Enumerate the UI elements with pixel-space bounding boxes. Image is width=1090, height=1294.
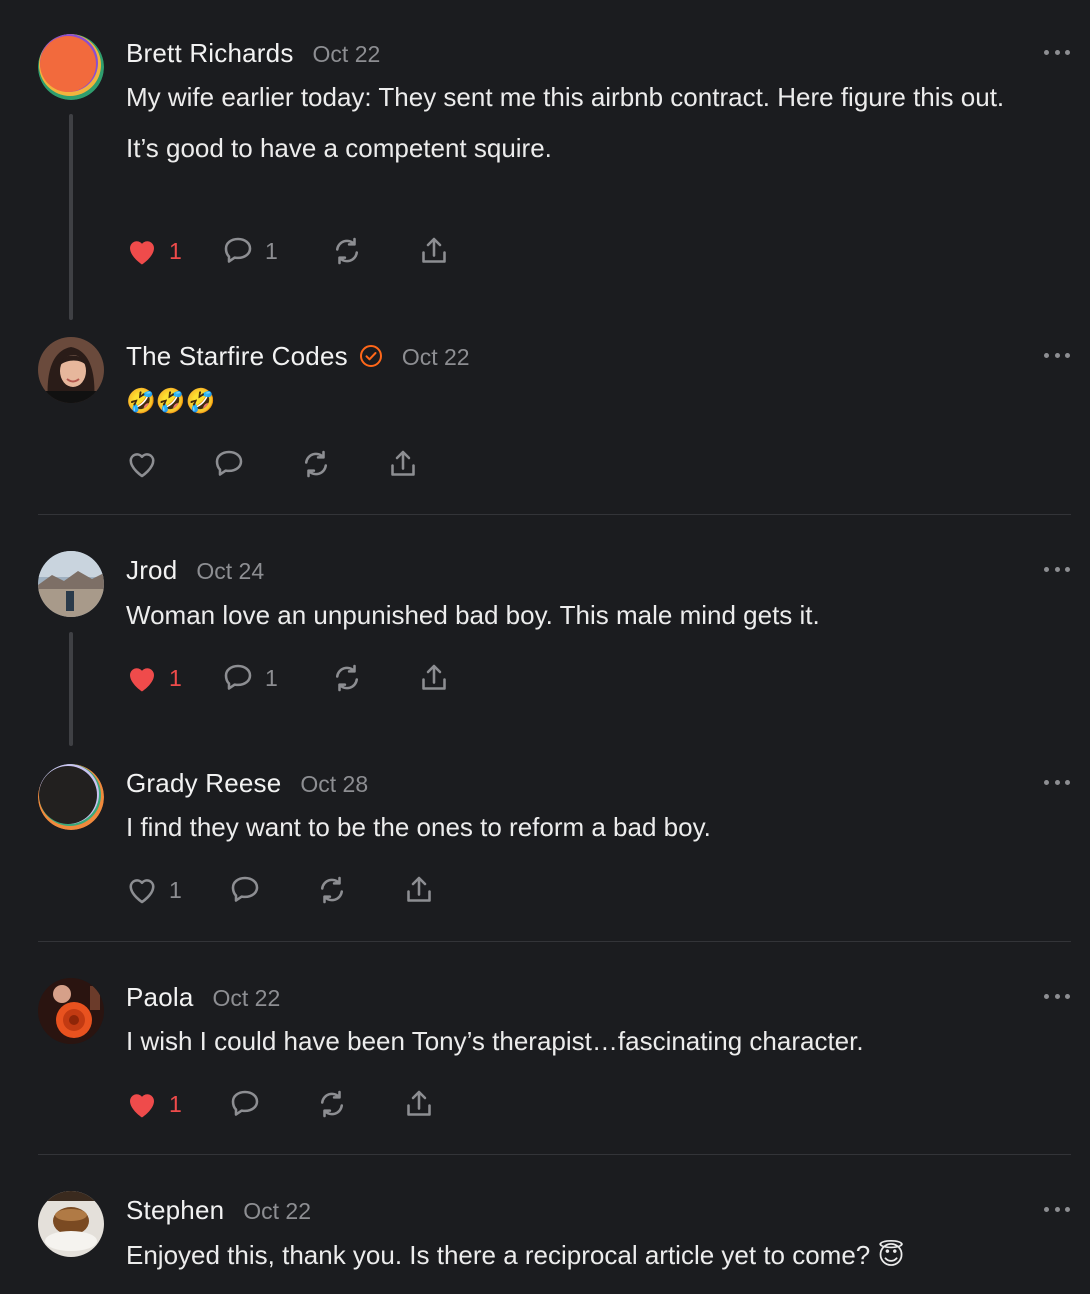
heart-icon <box>130 1094 154 1118</box>
reply-count: 1 <box>265 664 278 691</box>
comment-text: I find they want to be the ones to refor… <box>126 812 711 842</box>
divider <box>38 1154 1071 1155</box>
restack-button[interactable] <box>329 231 365 271</box>
comment-text: I wish I could have been Tony’s therapis… <box>126 1026 864 1056</box>
comment-body: Woman love an unpunished bad boy. This m… <box>126 596 1046 647</box>
restack-button[interactable] <box>298 444 334 484</box>
share-icon <box>407 876 431 902</box>
like-button[interactable]: 1 <box>124 231 182 271</box>
restack-icon <box>335 237 359 265</box>
comment-date[interactable]: Oct 22 <box>213 985 281 1012</box>
share-icon <box>422 237 446 263</box>
comment-body: My wife earlier today: They sent me this… <box>126 78 1046 180</box>
restack-icon <box>320 1090 344 1118</box>
restack-icon <box>320 876 344 904</box>
share-button[interactable] <box>401 1084 437 1124</box>
author-name[interactable]: The Starfire Codes <box>126 341 348 372</box>
like-count: 1 <box>169 237 182 264</box>
share-icon <box>407 1090 431 1116</box>
verified-badge-icon <box>359 344 383 368</box>
author-name[interactable]: Jrod <box>126 555 177 586</box>
more-icon[interactable] <box>1044 565 1070 573</box>
more-icon[interactable] <box>1044 351 1070 359</box>
more-icon[interactable] <box>1044 48 1070 56</box>
like-button[interactable] <box>124 444 160 484</box>
share-icon <box>391 450 415 476</box>
heart-icon <box>130 241 154 265</box>
like-count: 1 <box>169 876 182 903</box>
like-button[interactable]: 1 <box>124 870 182 910</box>
restack-icon <box>335 664 359 692</box>
restack-button[interactable] <box>314 870 350 910</box>
reply-count: 1 <box>265 237 278 264</box>
divider <box>38 514 1071 515</box>
more-icon[interactable] <box>1044 992 1070 1000</box>
comment-icon <box>231 876 259 902</box>
comment-text: My wife earlier today: They sent me this… <box>126 82 1005 112</box>
more-icon[interactable] <box>1044 778 1070 786</box>
avatar[interactable] <box>38 1191 104 1257</box>
thread-line <box>69 114 73 320</box>
comment-body: Enjoyed this, thank you. Is there a reci… <box>126 1236 1046 1287</box>
divider <box>38 941 1071 942</box>
reply-button[interactable] <box>211 444 247 484</box>
heart-icon <box>130 668 154 692</box>
like-button[interactable]: 1 <box>124 1084 182 1124</box>
share-button[interactable] <box>401 870 437 910</box>
comment-date[interactable]: Oct 22 <box>313 41 381 68</box>
share-button[interactable] <box>416 231 452 271</box>
restack-button[interactable] <box>329 658 365 698</box>
like-button[interactable]: 1 <box>124 658 182 698</box>
heart-icon <box>129 453 155 478</box>
comment-body: 🤣🤣🤣 <box>126 382 1046 433</box>
comment-icon <box>224 237 252 263</box>
like-count: 1 <box>169 1090 182 1117</box>
comment-text: 🤣🤣🤣 <box>126 387 216 415</box>
reply-button[interactable]: 1 <box>220 231 278 271</box>
comment-text: Woman love an unpunished bad boy. This m… <box>126 600 820 630</box>
author-name[interactable]: Stephen <box>126 1195 224 1226</box>
restack-icon <box>304 450 328 478</box>
comment-date[interactable]: Oct 28 <box>300 771 368 798</box>
comments-feed: Brett Richards Oct 22 My wife earlier to… <box>0 0 1090 1294</box>
comment-icon <box>231 1090 259 1116</box>
share-icon <box>422 664 446 690</box>
comment-icon <box>224 664 252 690</box>
avatar[interactable] <box>38 337 104 403</box>
comment-text: It’s good to have a competent squire. <box>126 133 552 163</box>
reply-button[interactable] <box>227 1084 263 1124</box>
restack-button[interactable] <box>314 1084 350 1124</box>
avatar[interactable] <box>38 551 104 617</box>
author-name[interactable]: Paola <box>126 982 194 1013</box>
avatar[interactable] <box>38 764 104 830</box>
comment-body: I wish I could have been Tony’s therapis… <box>126 1022 1046 1073</box>
author-name[interactable]: Grady Reese <box>126 768 281 799</box>
avatar[interactable] <box>38 978 104 1044</box>
comment-body: I find they want to be the ones to refor… <box>126 808 1046 859</box>
reply-button[interactable]: 1 <box>220 658 278 698</box>
more-icon[interactable] <box>1044 1205 1070 1213</box>
like-count: 1 <box>169 664 182 691</box>
comment-date[interactable]: Oct 22 <box>243 1198 311 1225</box>
author-name[interactable]: Brett Richards <box>126 38 294 69</box>
comment-date[interactable]: Oct 24 <box>196 558 264 585</box>
share-button[interactable] <box>416 658 452 698</box>
comment-text: Enjoyed this, thank you. Is there a reci… <box>126 1240 905 1270</box>
avatar[interactable] <box>38 34 104 100</box>
comment-icon <box>215 450 243 476</box>
thread-line <box>69 632 73 746</box>
heart-icon <box>129 879 155 904</box>
comment-date[interactable]: Oct 22 <box>402 344 470 371</box>
reply-button[interactable] <box>227 870 263 910</box>
share-button[interactable] <box>385 444 421 484</box>
